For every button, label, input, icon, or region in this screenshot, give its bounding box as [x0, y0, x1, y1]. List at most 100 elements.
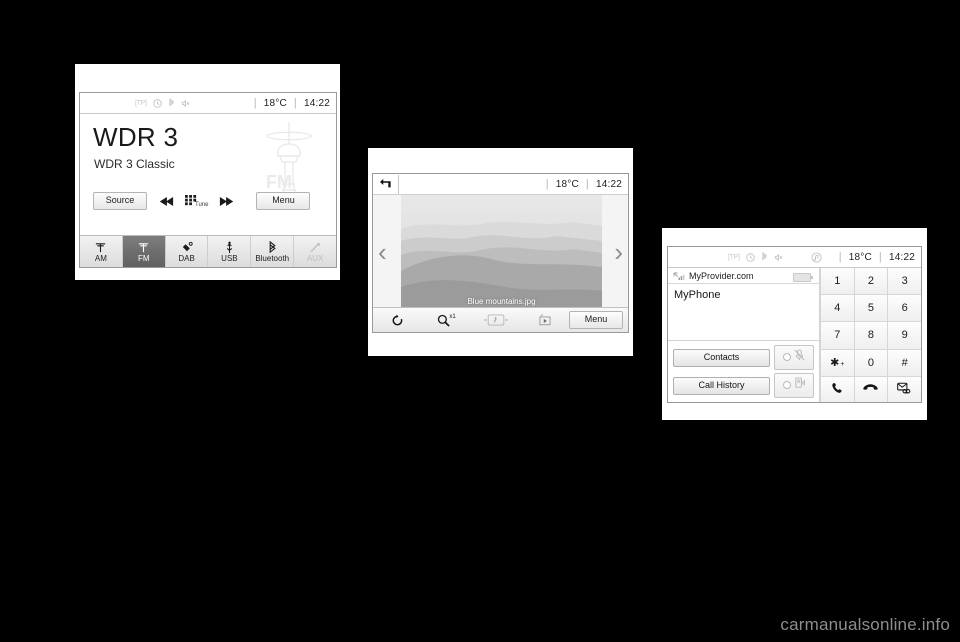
skip-back-icon[interactable]	[156, 192, 176, 210]
handset-transfer-toggle[interactable]	[774, 373, 814, 398]
radio-now-playing: WDR 3 WDR 3 Classic FM Source Tune Menu	[80, 114, 336, 237]
phone-status-right: | 18°C | 14:22	[832, 251, 915, 263]
tab-bluetooth-label: Bluetooth	[255, 253, 290, 263]
key-1[interactable]: 1	[820, 268, 854, 296]
tune-button[interactable]: Tune	[185, 195, 209, 208]
tp-icon: [TP]	[135, 99, 147, 107]
aux-plug-icon	[309, 241, 322, 254]
slideshow-play-icon[interactable]	[520, 314, 569, 327]
station-info-text: WDR 3 Classic	[94, 157, 175, 171]
key-5-label: 5	[867, 302, 875, 315]
call-button[interactable]	[820, 376, 854, 402]
key-0-label: 0	[867, 356, 875, 369]
key-2[interactable]: 2	[853, 268, 888, 296]
phone-status-icons: [TP]	[728, 251, 822, 263]
status-separator-right: |	[585, 178, 589, 190]
battery-icon	[793, 273, 813, 282]
temperature-readout: 18°C	[263, 97, 287, 109]
key-5[interactable]: 5	[853, 295, 888, 323]
key-9[interactable]: 9	[887, 322, 921, 350]
contacts-row: Contacts	[668, 345, 819, 373]
key-3[interactable]: 3	[887, 268, 921, 296]
key-0[interactable]: 0	[853, 349, 888, 377]
key-hash-label: #	[901, 356, 908, 369]
antenna-icon	[94, 241, 107, 254]
tab-bluetooth[interactable]: Bluetooth	[251, 236, 295, 267]
tab-fm-label: FM	[137, 253, 150, 263]
tune-label: Tune	[195, 202, 209, 208]
tab-usb[interactable]: USB	[208, 236, 252, 267]
fm-tower-logo-icon: FM	[256, 118, 322, 198]
provider-row: MyProvider.com	[668, 268, 819, 284]
tab-dab[interactable]: DAB	[166, 236, 209, 267]
call-history-row: Call History	[668, 373, 819, 401]
temperature-readout: 18°C	[555, 178, 579, 190]
photo-viewer-panel: | 18°C | 14:22 ‹ Blue mountains.jpg › x1…	[368, 148, 633, 356]
phone-status-bar: [TP] | 18°C | 14:22	[668, 247, 921, 268]
bluetooth-icon	[268, 240, 277, 254]
contacts-button[interactable]: Contacts	[673, 348, 770, 367]
source-button[interactable]: Source	[93, 192, 147, 210]
radio-display: [TP] | 18°C | 14:22 WDR 3 WDR 3 Classic …	[79, 92, 337, 268]
radio-control-row: Source Tune Menu	[93, 192, 311, 210]
next-photo-arrow-icon[interactable]: ›	[614, 239, 623, 265]
provider-name: MyProvider.com	[689, 271, 754, 281]
status-separator-left: |	[253, 97, 257, 109]
key-7[interactable]: 7	[820, 322, 854, 350]
bluetooth-icon	[168, 98, 175, 108]
phone-display: [TP] | 18°C | 14:22 MyProvider.com MyPho…	[667, 246, 922, 403]
device-name: MyPhone	[674, 289, 721, 301]
key-6-label: 6	[901, 302, 908, 315]
mute-microphone-toggle[interactable]	[774, 345, 814, 370]
previous-photo-arrow-icon[interactable]: ‹	[378, 239, 387, 265]
signal-strength-icon	[673, 271, 685, 281]
fm-logo-text: FM	[266, 172, 292, 192]
skip-forward-icon[interactable]	[217, 192, 237, 210]
key-8-label: 8	[867, 329, 875, 342]
call-icon	[831, 382, 843, 398]
clock-readout: 14:22	[888, 251, 915, 263]
status-separator-right: |	[878, 251, 882, 263]
radio-source-tabbar: AM FM DAB USB Bluetooth AUX	[80, 235, 336, 267]
key-star[interactable]: ✱ +	[820, 349, 854, 377]
radio-status-icons: [TP]	[135, 98, 190, 108]
tab-usb-label: USB	[221, 253, 238, 263]
satellite-icon	[180, 241, 194, 254]
photo-status-bar: | 18°C | 14:22	[373, 174, 628, 195]
tab-fm[interactable]: FM	[122, 236, 166, 267]
key-4-label: 4	[834, 302, 841, 315]
brightness-adjust-icon[interactable]	[471, 314, 520, 326]
status-separator-left: |	[545, 178, 549, 190]
photo-menu-button[interactable]: Menu	[569, 311, 628, 329]
zoom-level-label: x1	[449, 314, 456, 320]
key-hash[interactable]: #	[887, 349, 921, 377]
tab-aux[interactable]: AUX	[294, 236, 336, 267]
key-4[interactable]: 4	[820, 295, 854, 323]
tab-am[interactable]: AM	[80, 236, 123, 267]
mic-muted-icon	[794, 348, 805, 366]
radio-dot-icon	[782, 381, 791, 389]
end-call-button[interactable]	[853, 376, 888, 402]
rotate-icon[interactable]	[373, 313, 422, 327]
mute-icon	[774, 253, 783, 262]
back-arrow-icon[interactable]	[373, 174, 399, 194]
key-star-sublabel: +	[840, 361, 845, 369]
handset-transfer-icon	[794, 376, 806, 394]
key-6[interactable]: 6	[887, 295, 921, 323]
call-history-button[interactable]: Call History	[673, 376, 770, 395]
photo-status-right: | 18°C | 14:22	[539, 178, 622, 190]
usb-icon	[224, 241, 235, 254]
tab-aux-label: AUX	[306, 253, 324, 263]
voicemail-button[interactable]	[887, 376, 921, 402]
radio-status-right: | 18°C | 14:22	[247, 97, 330, 109]
menu-button[interactable]: Menu	[256, 192, 311, 210]
zoom-level-button[interactable]: x1	[422, 314, 471, 327]
music-note-icon	[811, 251, 822, 263]
clock-icon	[745, 252, 755, 262]
key-8[interactable]: 8	[853, 322, 888, 350]
photo-stage: ‹ Blue mountains.jpg ›	[373, 195, 628, 308]
tab-am-label: AM	[94, 253, 107, 263]
voicemail-icon	[897, 382, 912, 397]
photo-image[interactable]: Blue mountains.jpg	[401, 195, 602, 308]
clock-readout: 14:22	[595, 178, 622, 190]
